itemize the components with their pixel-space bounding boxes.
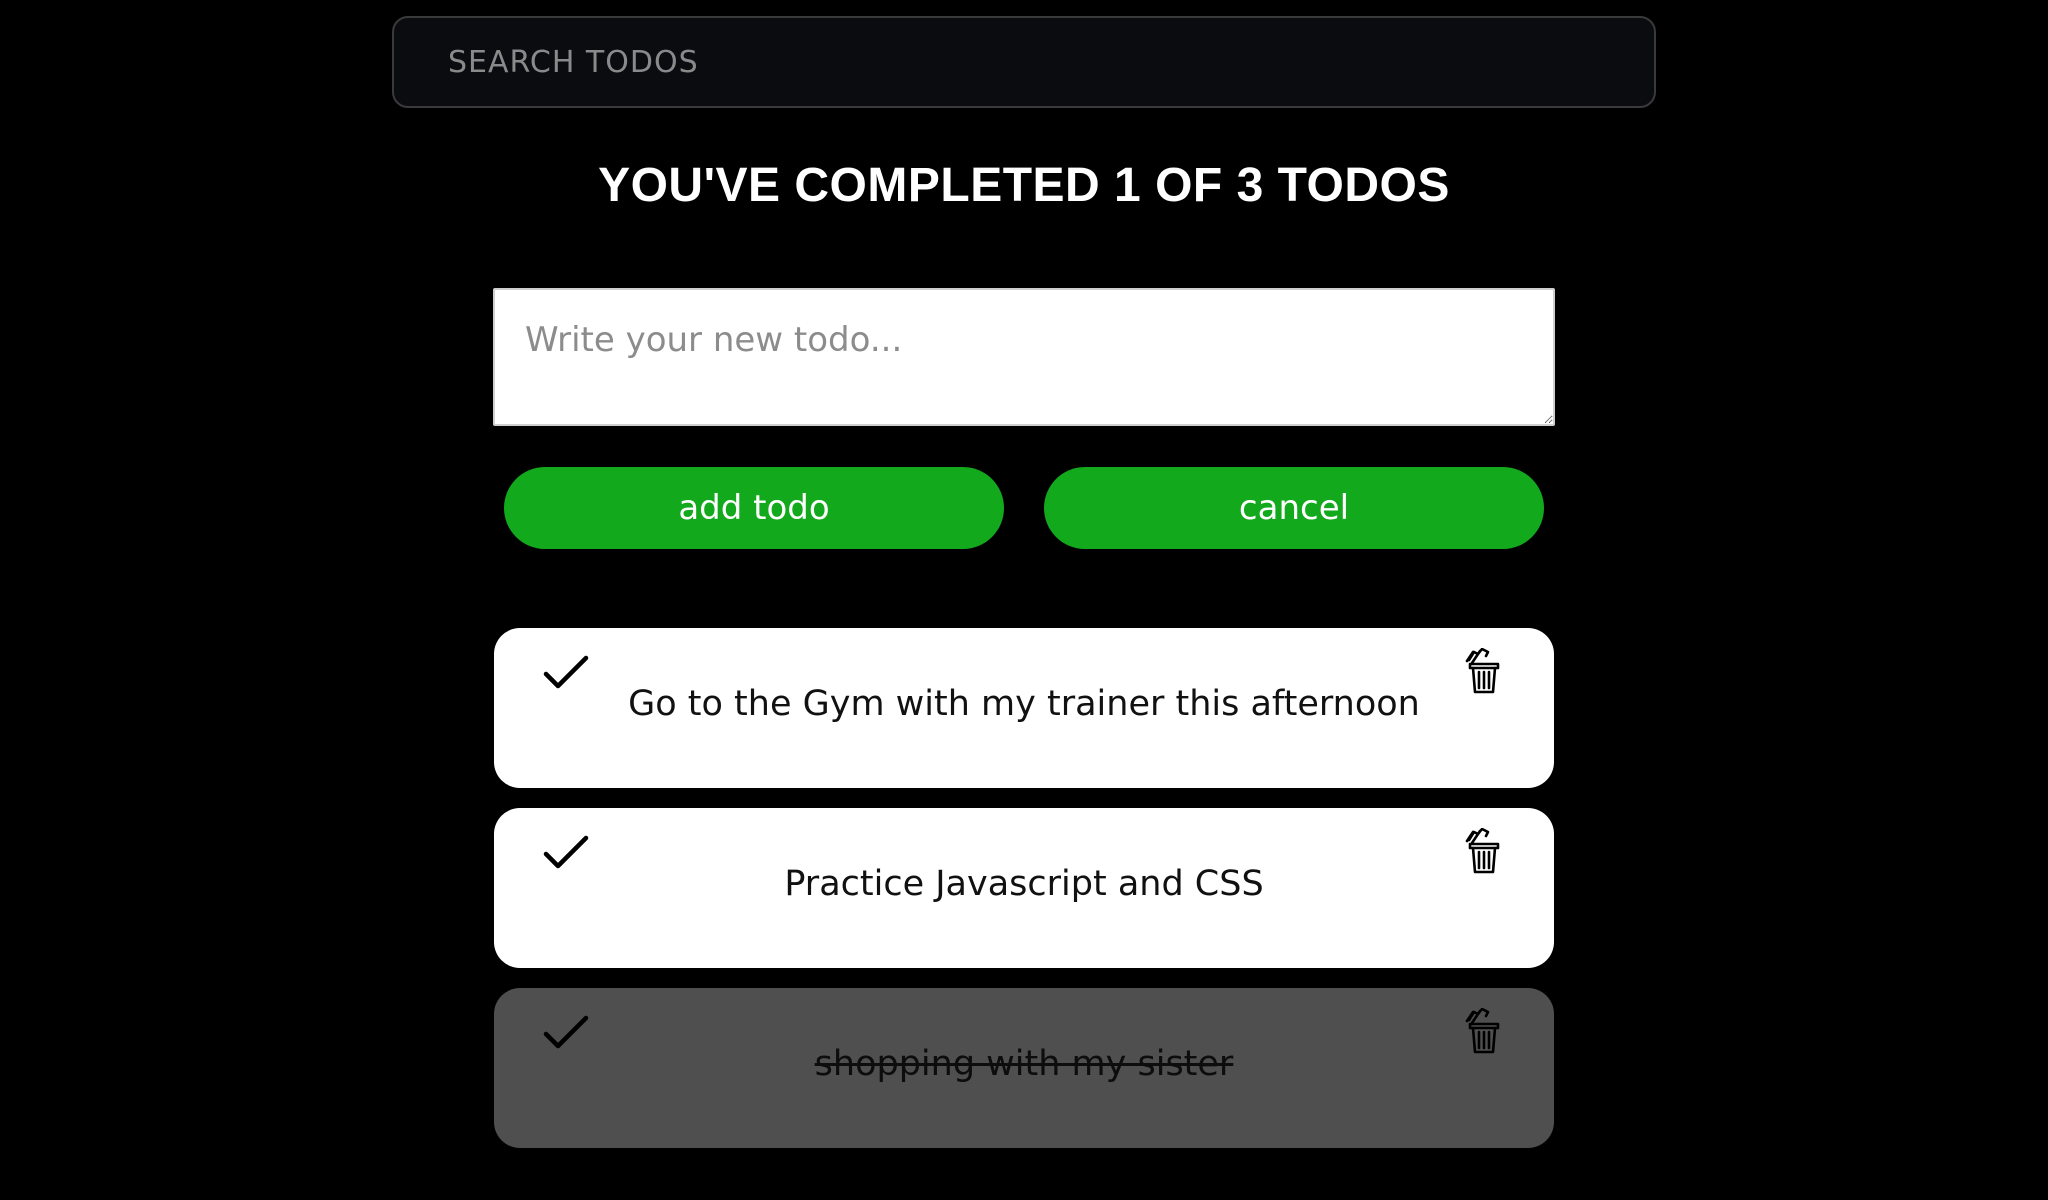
todo-item: Go to the Gym with my trainer this after… [494,628,1554,788]
todo-text: Practice Javascript and CSS [784,864,1264,904]
search-bar [392,16,1656,108]
todo-item: shopping with my sister [494,988,1554,1148]
add-todo-button[interactable]: add todo [504,467,1004,549]
trash-icon[interactable] [1464,647,1504,694]
trash-icon[interactable] [1464,827,1504,874]
todo-text: Go to the Gym with my trainer this after… [628,684,1420,724]
trash-icon[interactable] [1464,1007,1504,1054]
todo-list: Go to the Gym with my trainer this after… [494,628,1554,1168]
todo-text: shopping with my sister [814,1044,1234,1084]
cancel-button[interactable]: cancel [1044,467,1544,549]
search-input[interactable] [394,18,1654,106]
page-title: YOU'VE COMPLETED 1 OF 3 TODOS [598,159,1450,212]
new-todo-textarea[interactable] [493,288,1555,426]
todo-item: Practice Javascript and CSS [494,808,1554,968]
